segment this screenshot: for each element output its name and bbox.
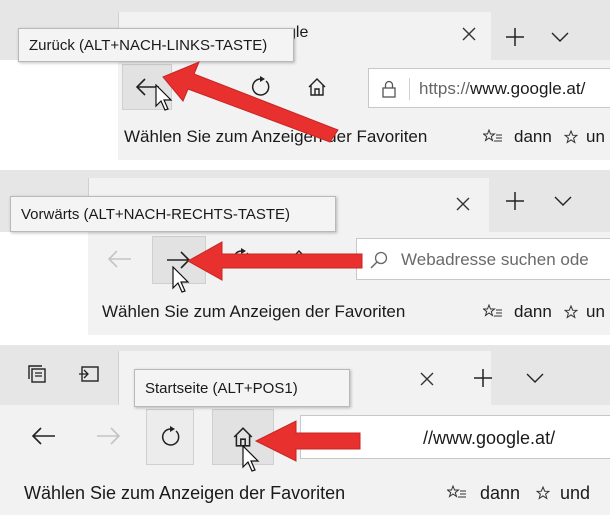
mouse-pointer-icon — [172, 266, 190, 293]
panel-home-tooltip: //www.google.at/ Wählen Sie zum Anzeigen… — [0, 345, 610, 515]
mouse-pointer-icon — [242, 445, 260, 472]
red-arrow-icon — [162, 61, 339, 143]
red-arrow-icon — [254, 420, 361, 462]
mouse-pointer-icon — [155, 84, 173, 111]
panel-forward-tooltip: Webadresse suchen ode Wählen Sie zum Anz… — [0, 170, 610, 335]
panel-back-tooltip: gle https://www.google.at/ Wählen Sie zu… — [0, 0, 610, 160]
red-arrow-icon — [186, 241, 363, 281]
